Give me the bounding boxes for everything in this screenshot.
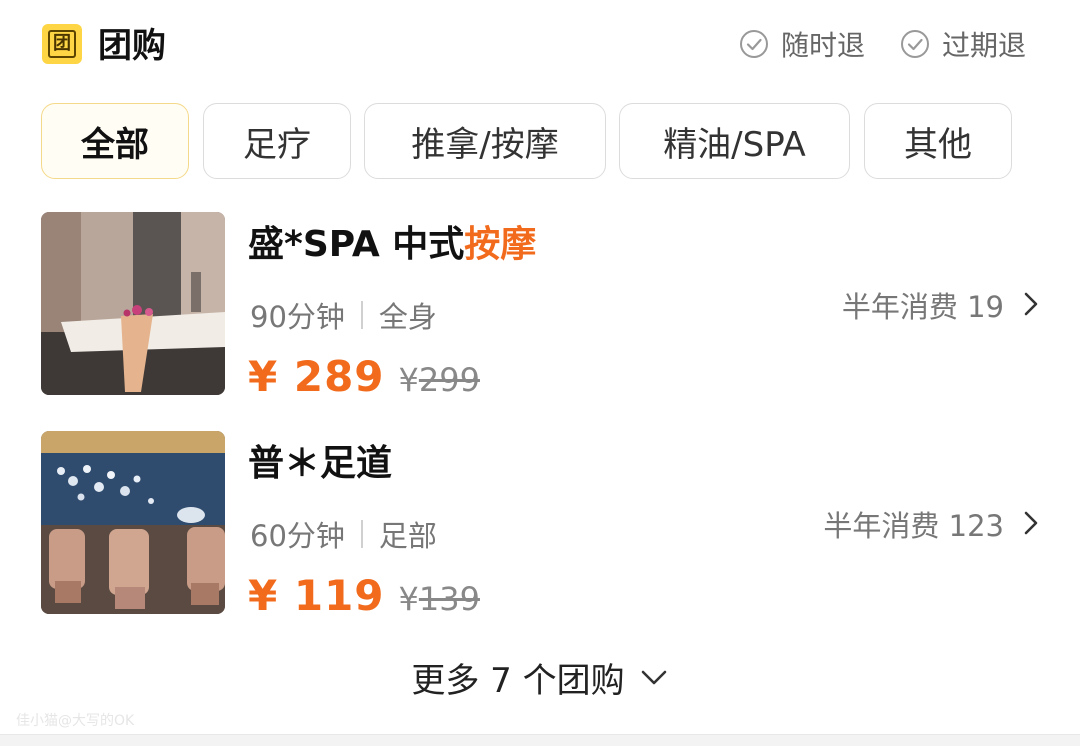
tab-massage[interactable]: 推拿/按摩 (364, 103, 606, 179)
guarantee-label: 随时退 (781, 29, 866, 62)
watermark: 佳小猫@大写的OK (16, 713, 135, 729)
guarantee-refund-anytime: 随时退 (739, 26, 865, 62)
tab-all[interactable]: 全部 (41, 103, 189, 179)
deal-thumbnail (41, 212, 225, 395)
deal-title-text: 盛*SPA 中式 (248, 224, 465, 265)
deal-meta: 90分钟 全身 (250, 294, 437, 336)
more-deals-label: 更多 7 个团购 (411, 660, 625, 701)
chevron-down-icon (641, 670, 666, 685)
price-row: ¥ 289 ¥299 (248, 352, 480, 401)
deal-duration: 60分钟 (250, 519, 345, 553)
tab-spa[interactable]: 精油/SPA (619, 103, 850, 179)
deal-title-text: 普＊足道 (248, 443, 393, 484)
original-price: ¥299 (399, 361, 480, 399)
category-tabs: 全部 足疗 推拿/按摩 精油/SPA 其他 (0, 103, 1080, 181)
group-buy-logo-icon: 团 (42, 24, 82, 64)
divider (360, 520, 363, 548)
bottom-divider (0, 734, 1080, 746)
chevron-right-icon[interactable] (1020, 290, 1042, 318)
currency-symbol: ¥ (248, 571, 279, 620)
guarantee-label: 过期退 (942, 29, 1027, 62)
deal-title: 普＊足道 (248, 441, 392, 487)
check-circle-icon (740, 30, 768, 58)
foot-spa-room-image (41, 431, 225, 614)
deal-price: ¥ 119 (248, 571, 385, 620)
deal-meta: 60分钟 足部 (250, 513, 437, 555)
group-buy-panel: 团 团购 随时退 过期退 全部 足疗 推拿/按摩 精油/SPA 其他 盛*SPA… (0, 0, 1080, 746)
price-value: 119 (293, 571, 385, 620)
deal-scope: 足部 (378, 519, 437, 553)
price-value: 289 (293, 352, 385, 401)
deal-item[interactable]: 盛*SPA 中式按摩 90分钟 全身 ¥ 289 ¥299 半年消费 19 (0, 212, 1080, 401)
more-deals-button[interactable]: 更多 7 个团购 (0, 652, 1080, 702)
deal-item[interactable]: 普＊足道 60分钟 足部 ¥ 119 ¥139 半年消费 123 (0, 431, 1080, 620)
check-circle-icon (901, 30, 929, 58)
deal-price: ¥ 289 (248, 352, 385, 401)
currency-symbol: ¥ (398, 580, 419, 618)
deal-duration: 90分钟 (250, 300, 345, 334)
divider (360, 301, 363, 329)
price-row: ¥ 119 ¥139 (248, 571, 480, 620)
sales-count: 半年消费 19 (841, 290, 1004, 324)
currency-symbol: ¥ (398, 361, 419, 399)
section-title: 团购 (98, 26, 166, 66)
spa-room-image (41, 212, 225, 395)
tab-foot-massage[interactable]: 足疗 (203, 103, 351, 179)
original-price: ¥139 (399, 580, 480, 618)
deal-scope: 全身 (378, 300, 437, 334)
original-price-value: 139 (418, 580, 480, 618)
currency-symbol: ¥ (248, 352, 279, 401)
sales-count: 半年消费 123 (823, 509, 1004, 543)
original-price-value: 299 (418, 361, 480, 399)
logo-glyph: 团 (48, 30, 76, 58)
section-header: 团 团购 随时退 过期退 (0, 0, 1080, 90)
guarantee-refund-expired: 过期退 (900, 26, 1026, 62)
deal-title-highlight: 按摩 (464, 224, 537, 265)
tab-other[interactable]: 其他 (864, 103, 1012, 179)
chevron-right-icon[interactable] (1020, 509, 1042, 537)
deal-title: 盛*SPA 中式按摩 (248, 222, 536, 268)
deal-thumbnail (41, 431, 225, 614)
